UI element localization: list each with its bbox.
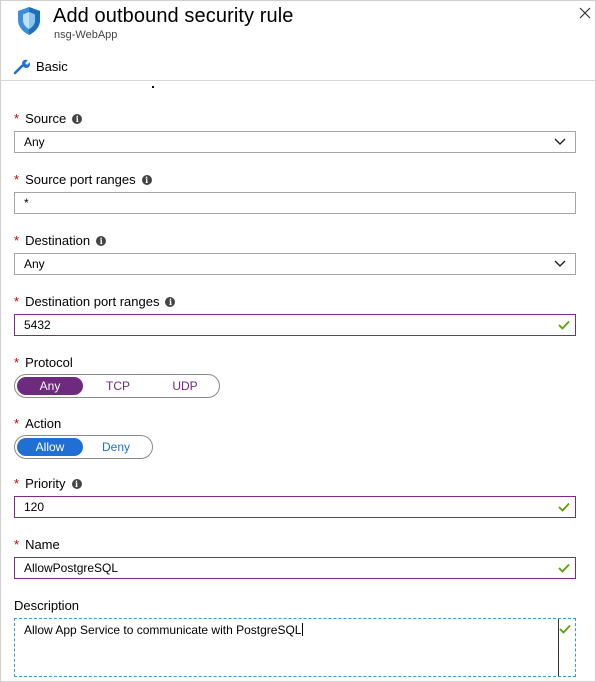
description-value: Allow App Service to communicate with Po…	[24, 623, 302, 637]
required-marker: *	[14, 355, 20, 370]
info-icon[interactable]: i	[71, 478, 82, 489]
checkmark-icon	[558, 320, 570, 330]
destination-dropdown[interactable]: Any	[14, 253, 576, 275]
priority-input[interactable]: 120	[14, 496, 576, 518]
close-icon[interactable]	[577, 5, 593, 21]
destination-value: Any	[24, 257, 45, 271]
basic-mode-button[interactable]: Basic	[13, 55, 68, 77]
protocol-option-tcp[interactable]: TCP	[83, 377, 153, 395]
required-marker: *	[14, 294, 20, 309]
action-label: * Action	[14, 416, 61, 431]
protocol-option-udp[interactable]: UDP	[153, 377, 217, 395]
action-option-allow[interactable]: Allow	[17, 438, 83, 456]
source-port-ranges-label-text: Source port ranges	[25, 172, 136, 187]
blade-subtitle: nsg-WebApp	[54, 29, 118, 41]
protocol-option-any[interactable]: Any	[17, 377, 83, 395]
priority-value: 120	[24, 500, 45, 514]
chevron-down-icon	[554, 138, 566, 145]
destination-label: * Destination i	[14, 233, 107, 248]
name-label-text: Name	[25, 537, 60, 552]
decorative-dot	[152, 86, 154, 88]
source-port-ranges-value: *	[24, 196, 29, 210]
wrench-icon	[13, 59, 30, 74]
protocol-label-text: Protocol	[25, 355, 73, 370]
action-toggle: Allow Deny	[14, 435, 153, 459]
required-marker: *	[14, 416, 20, 431]
source-label-text: Source	[25, 111, 67, 126]
source-port-ranges-input[interactable]: *	[14, 192, 576, 214]
add-outbound-security-rule-blade: Add outbound security rule nsg-WebApp Ba…	[0, 0, 596, 682]
required-marker: *	[14, 476, 20, 491]
info-icon[interactable]: i	[96, 235, 107, 246]
source-value: Any	[24, 135, 45, 149]
basic-mode-label: Basic	[36, 58, 68, 74]
protocol-label: * Protocol	[14, 355, 73, 370]
action-option-deny[interactable]: Deny	[83, 438, 149, 456]
description-label: Description	[14, 598, 79, 613]
source-label: * Source i	[14, 111, 83, 126]
destination-label-text: Destination	[25, 233, 91, 248]
protocol-toggle: Any TCP UDP	[14, 374, 220, 398]
required-marker: *	[14, 111, 20, 126]
blade-header: Add outbound security rule nsg-WebApp	[1, 1, 595, 41]
blade-title: Add outbound security rule	[53, 5, 294, 27]
checkmark-icon	[559, 624, 571, 634]
destination-port-ranges-value: 5432	[24, 318, 51, 332]
text-caret	[302, 623, 304, 636]
priority-label: * Priority i	[14, 476, 82, 491]
required-marker: *	[14, 233, 20, 248]
checkmark-icon	[558, 563, 570, 573]
info-icon[interactable]: i	[165, 296, 176, 307]
info-icon[interactable]: i	[72, 113, 83, 124]
required-marker: *	[14, 537, 20, 552]
description-label-text: Description	[14, 598, 80, 613]
mode-bar: Basic	[1, 51, 595, 81]
action-label-text: Action	[25, 416, 62, 431]
required-marker: *	[14, 172, 20, 187]
checkmark-icon	[558, 502, 570, 512]
name-value: AllowPostgreSQL	[24, 561, 119, 575]
destination-port-ranges-label-text: Destination port ranges	[25, 294, 160, 309]
destination-port-ranges-label: * Destination port ranges i	[14, 294, 176, 309]
source-port-ranges-label: * Source port ranges i	[14, 172, 152, 187]
description-textarea[interactable]: Allow App Service to communicate with Po…	[14, 618, 576, 677]
name-input[interactable]: AllowPostgreSQL	[14, 557, 576, 579]
info-icon[interactable]: i	[141, 174, 152, 185]
shield-icon	[18, 7, 40, 35]
priority-label-text: Priority	[25, 476, 66, 491]
source-dropdown[interactable]: Any	[14, 131, 576, 153]
destination-port-ranges-input[interactable]: 5432	[14, 314, 576, 336]
name-label: * Name	[14, 537, 60, 552]
chevron-down-icon	[554, 260, 566, 267]
